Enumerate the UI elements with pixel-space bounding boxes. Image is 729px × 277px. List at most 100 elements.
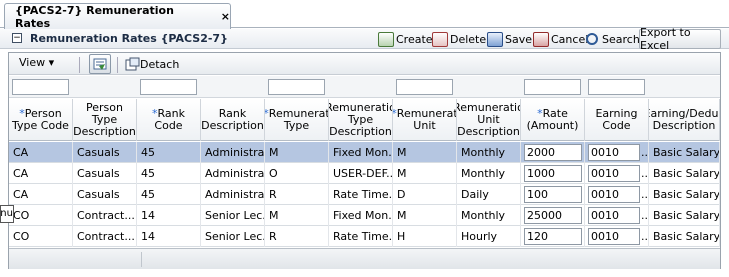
column-header-text: Remuneratio Unit Description xyxy=(457,101,521,138)
delete-icon xyxy=(432,31,448,47)
cell-earning-code: ... xyxy=(585,163,649,184)
panel-title: Remuneration Rates {PACS2-7} xyxy=(30,32,228,45)
column-header-label: *Remunerat Type xyxy=(265,107,329,132)
earning-code-input[interactable] xyxy=(588,144,640,161)
column-header-text: Remunerat Type xyxy=(268,107,329,132)
table-row[interactable]: CACasuals45Administra...RRate Time...DDa… xyxy=(9,184,720,205)
table-row[interactable]: CACasuals45Administra...OUSER-DEF...MMon… xyxy=(9,163,720,184)
cell-remuneration-type: M xyxy=(265,205,329,226)
cell-rank-code: 45 xyxy=(137,142,201,163)
filter-rate-amount[interactable] xyxy=(524,79,581,95)
cell-person-type-description: Casuals xyxy=(73,163,137,184)
cell-rank-code: 14 xyxy=(137,226,201,247)
lookup-button[interactable]: ... xyxy=(641,226,648,247)
cell-remuneration-type: O xyxy=(265,163,329,184)
toolbar-divider xyxy=(117,57,118,73)
cell-earning-deduction-description: Basic Salary xyxy=(649,205,720,226)
rate-amount-input[interactable] xyxy=(524,165,582,182)
cell-earning-deduction-description: Basic Salary xyxy=(649,184,720,205)
lookup-button[interactable]: ... xyxy=(641,142,648,163)
create-label: Create xyxy=(396,32,433,46)
lookup-button[interactable]: ... xyxy=(641,184,648,205)
lookup-button[interactable]: ... xyxy=(641,205,648,226)
column-header-remuneration-unit-description[interactable]: Remuneratio Unit Description xyxy=(457,99,521,141)
search-button[interactable]: Search xyxy=(586,30,640,48)
filter-remuneration-unit[interactable] xyxy=(396,79,453,95)
filter-earning-code[interactable] xyxy=(588,79,645,95)
cell-remuneration-type-description: Fixed Mon... xyxy=(329,142,393,163)
column-header-label: Earning/Deduc Description xyxy=(649,107,720,132)
collapse-icon[interactable]: − xyxy=(12,33,22,43)
cell-remuneration-unit: M xyxy=(393,163,457,184)
table-row[interactable]: COContract...14Senior Lec...MFixed Mon..… xyxy=(9,205,720,226)
column-header-person-type-description[interactable]: Person Type Description xyxy=(73,99,137,141)
column-header-person-type-code[interactable]: *Person Type Code xyxy=(9,99,73,141)
earning-code-input[interactable] xyxy=(588,228,640,245)
filter-person-type-code[interactable] xyxy=(12,79,69,95)
cell-earning-deduction-description: Basic Salary xyxy=(649,226,720,247)
lookup-button[interactable]: ... xyxy=(641,163,648,184)
table-row[interactable]: COContract...14Senior Lec...RRate Time..… xyxy=(9,226,720,247)
earning-code-input[interactable] xyxy=(588,207,640,224)
table-row[interactable]: CACasuals45Administra...MFixed Mon...MMo… xyxy=(9,142,720,163)
filter-remuneration-type[interactable] xyxy=(268,79,325,95)
delete-button[interactable]: Delete xyxy=(432,30,486,48)
column-header-text: Rate (Amount) xyxy=(526,107,579,132)
cell-person-type-description: Contract... xyxy=(73,205,137,226)
column-header-remuneration-type-description[interactable]: Remuneratio Type Description xyxy=(329,99,393,141)
cancel-button[interactable]: Cancel xyxy=(533,30,588,48)
create-icon xyxy=(378,31,394,47)
column-header-rank-code[interactable]: *Rank Code xyxy=(137,99,201,141)
save-icon xyxy=(487,31,503,47)
cell-person-type-description: Casuals xyxy=(73,142,137,163)
rate-amount-input[interactable] xyxy=(524,144,582,161)
create-button[interactable]: Create xyxy=(378,30,433,48)
cell-remuneration-type: M xyxy=(265,142,329,163)
column-header-rank-description[interactable]: Rank Description xyxy=(201,99,265,141)
cell-rate-amount xyxy=(521,142,585,163)
cell-rate-amount xyxy=(521,163,585,184)
detach-button[interactable]: Detach xyxy=(125,57,179,71)
cell-remuneration-unit-description: Monthly xyxy=(457,205,521,226)
save-button[interactable]: Save xyxy=(487,30,532,48)
close-icon[interactable]: × xyxy=(221,10,230,23)
tab-strip: {PACS2-7} Remuneration Rates × xyxy=(0,0,729,30)
column-header-remuneration-type[interactable]: *Remunerat Type xyxy=(265,99,329,141)
cell-remuneration-type: R xyxy=(265,184,329,205)
earning-code-input[interactable] xyxy=(588,186,640,203)
cell-rank-code: 45 xyxy=(137,184,201,205)
rate-amount-input[interactable] xyxy=(524,186,582,203)
cell-remuneration-unit-description: Monthly xyxy=(457,163,521,184)
query-by-example-button[interactable] xyxy=(89,54,111,74)
cell-rank-description: Administra... xyxy=(201,184,265,205)
column-header-remuneration-unit[interactable]: *Remunerat Unit xyxy=(393,99,457,141)
cell-person-type-code: CO xyxy=(9,205,73,226)
column-header-text: Earning/Deduc Description xyxy=(649,107,720,132)
delete-label: Delete xyxy=(450,32,487,46)
cell-remuneration-type-description: Fixed Mon... xyxy=(329,205,393,226)
column-header-text: Remuneratio Type Description xyxy=(329,101,393,138)
detach-icon xyxy=(125,57,140,71)
column-header-label: Rank Description xyxy=(201,108,264,132)
filter-rank-code[interactable] xyxy=(140,79,197,95)
cell-remuneration-unit-description: Hourly xyxy=(457,226,521,247)
grid-toolbar: View ▾ Detach xyxy=(9,53,720,75)
tab-remuneration-rates[interactable]: {PACS2-7} Remuneration Rates × xyxy=(4,3,231,30)
cell-remuneration-type-description: Rate Time... xyxy=(329,184,393,205)
cell-remuneration-type-description: USER-DEF... xyxy=(329,163,393,184)
cell-rank-code: 45 xyxy=(137,163,201,184)
cell-earning-code: ... xyxy=(585,184,649,205)
column-header-earning-code[interactable]: Earning Code xyxy=(585,99,649,141)
rate-amount-input[interactable] xyxy=(524,207,582,224)
cell-earning-code: ... xyxy=(585,226,649,247)
column-header-rate-amount[interactable]: *Rate (Amount) xyxy=(521,99,585,141)
column-headers: *Person Type Code Person Type Description… xyxy=(9,99,720,141)
rate-amount-input[interactable] xyxy=(524,228,582,245)
cell-person-type-description: Contract... xyxy=(73,226,137,247)
column-header-earning-deduction-description[interactable]: Earning/Deduc Description xyxy=(649,99,720,141)
column-header-text: Person Type Description xyxy=(73,101,136,138)
view-menu[interactable]: View ▾ xyxy=(19,56,54,69)
cell-remuneration-unit: H xyxy=(393,226,457,247)
export-to-excel-button[interactable]: Export to Excel xyxy=(639,26,721,52)
earning-code-input[interactable] xyxy=(588,165,640,182)
